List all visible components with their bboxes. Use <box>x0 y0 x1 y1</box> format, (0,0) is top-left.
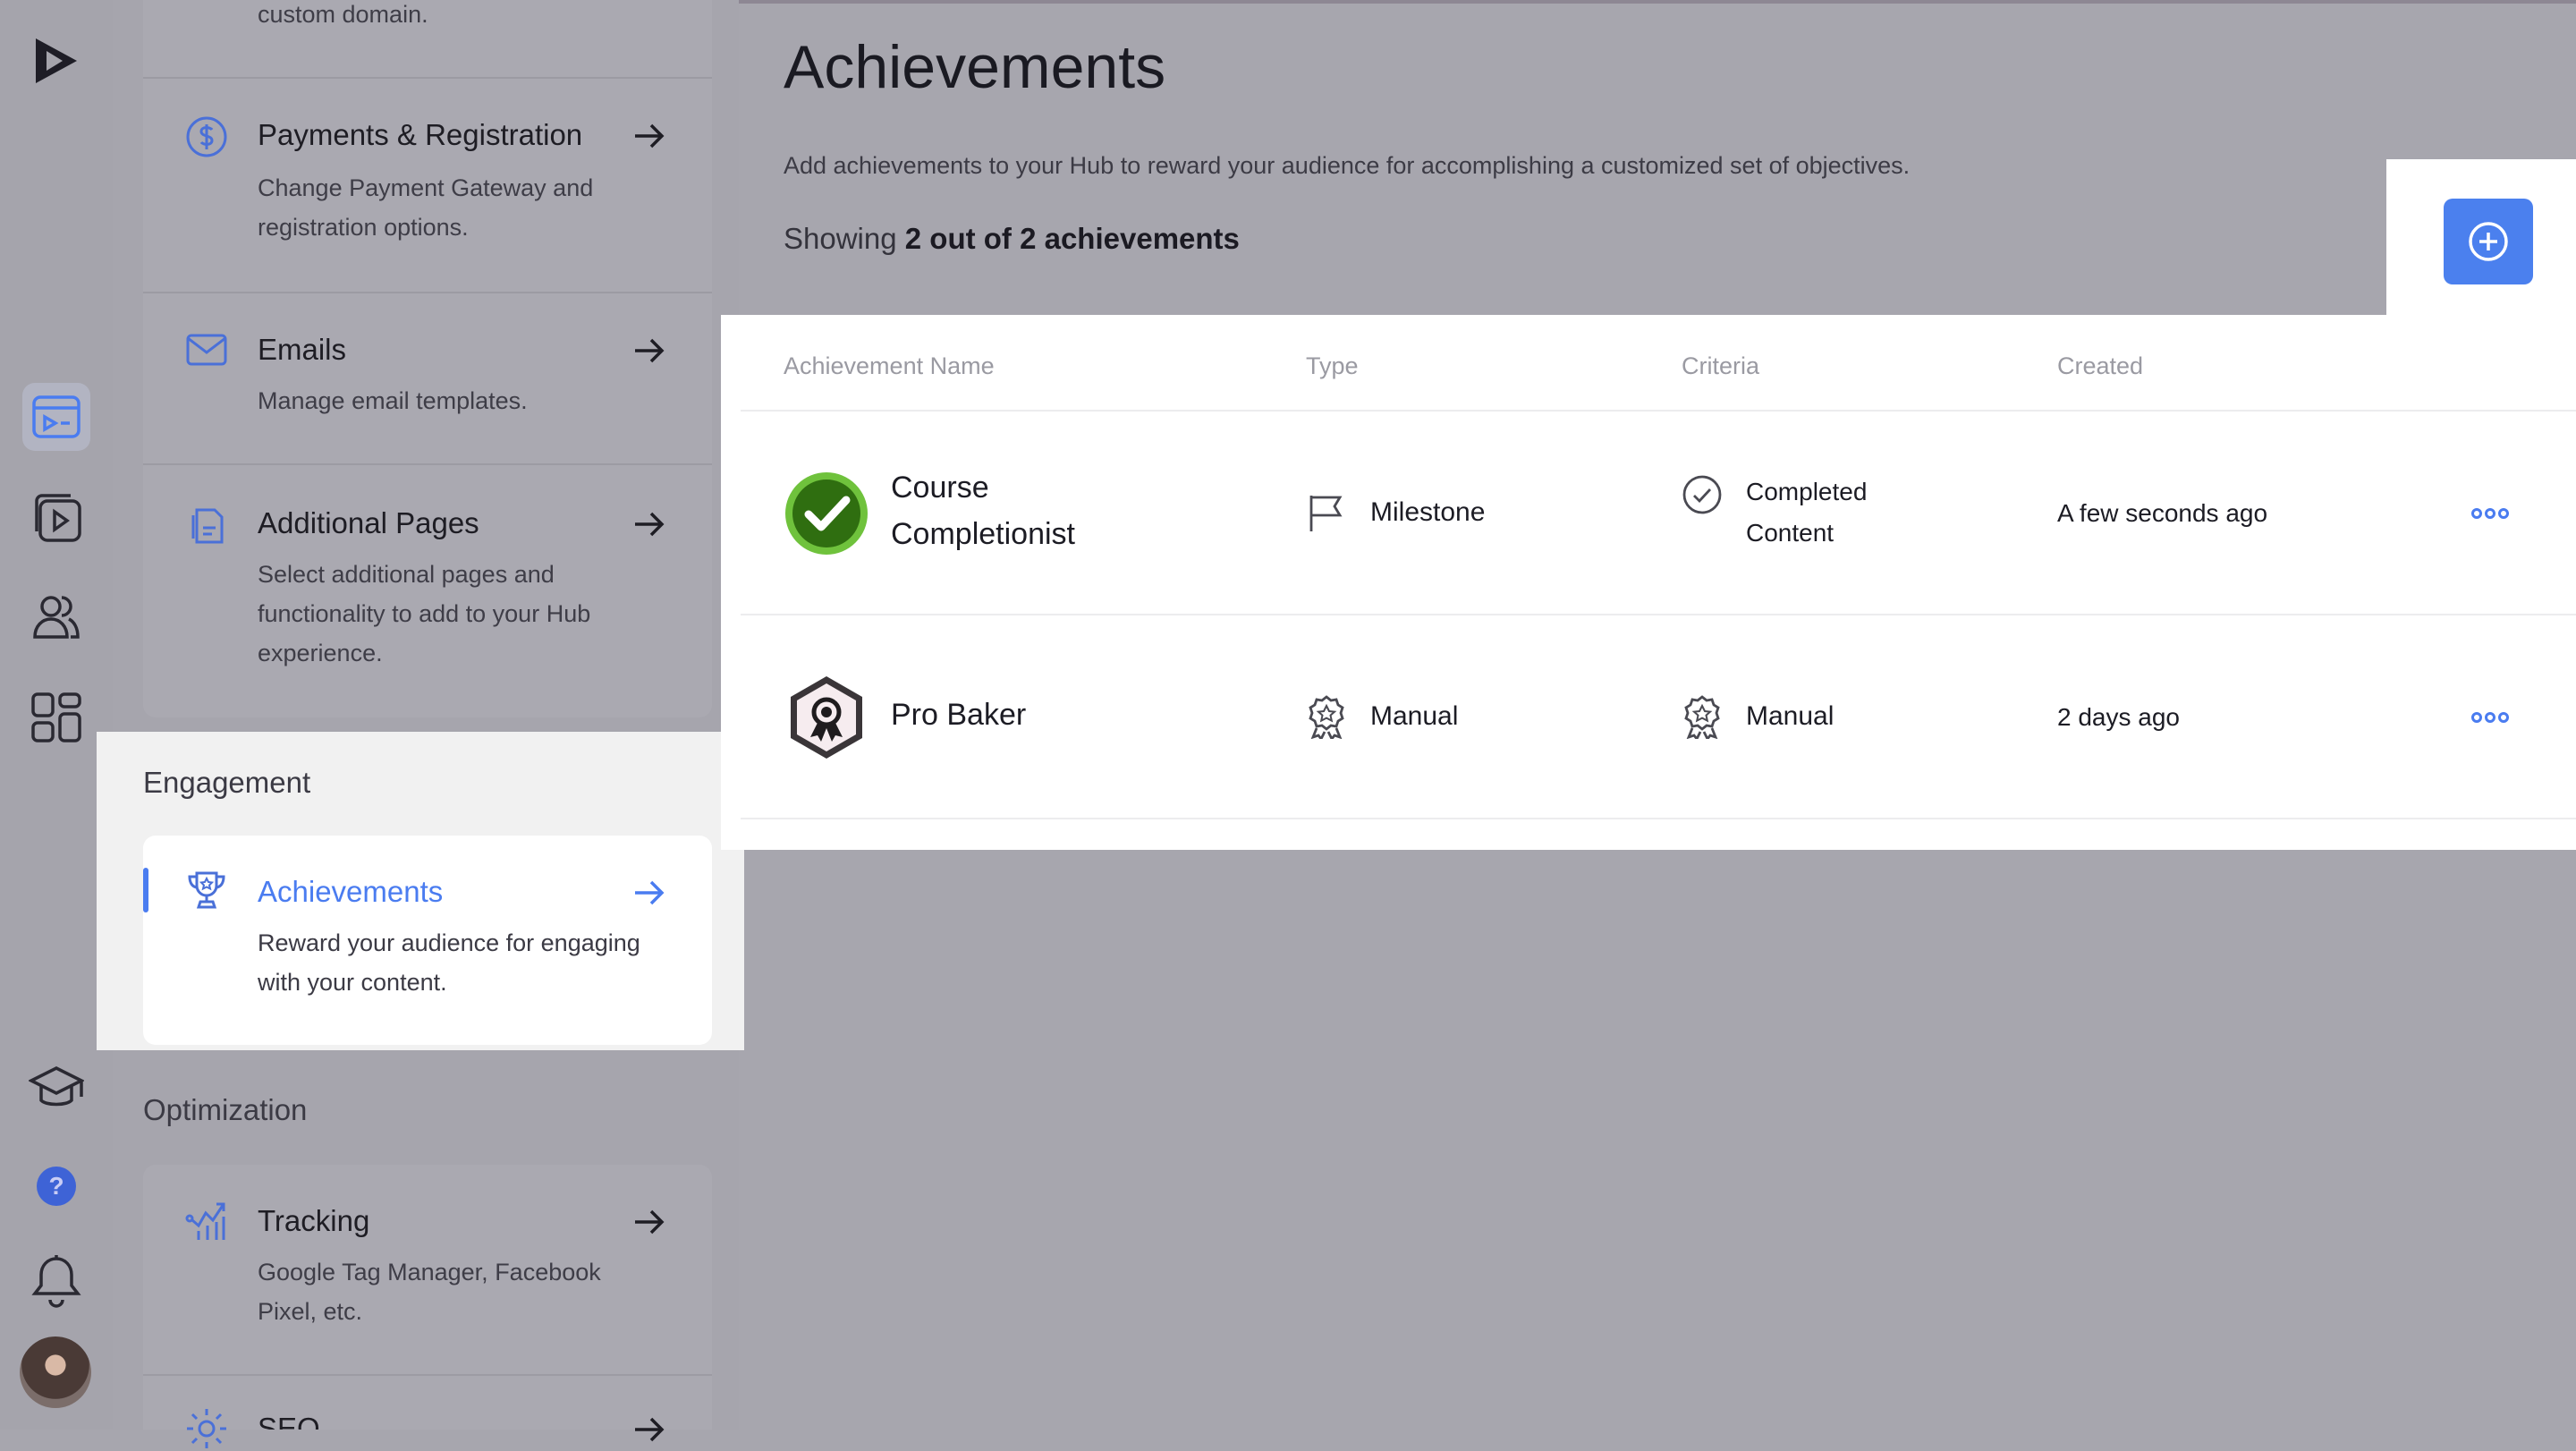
hub-editor-icon[interactable] <box>22 383 90 451</box>
tracking-desc: Google Tag Manager, Facebook Pixel, etc. <box>258 1259 601 1325</box>
notifications-bell-icon[interactable] <box>22 1247 90 1315</box>
icon-rail: ? <box>0 0 113 1430</box>
created-value: A few seconds ago <box>2057 499 2268 527</box>
criteria-line2: Content <box>1746 519 1835 547</box>
achievements-desc: Reward your audience for engaging with y… <box>258 929 640 996</box>
arrow-right-icon[interactable] <box>630 331 669 370</box>
award-ribbon-icon <box>1309 695 1344 739</box>
add-achievement-button[interactable] <box>2444 199 2533 284</box>
criteria-value: Manual <box>1746 701 1835 731</box>
brand-logo-icon[interactable] <box>22 27 90 95</box>
mail-icon <box>186 334 227 366</box>
page-title: Achievements <box>784 33 1166 101</box>
check-circle-icon <box>1682 475 1722 514</box>
videos-icon[interactable] <box>22 483 90 551</box>
header-type: Type <box>1306 352 1359 379</box>
page-subtitle: Add achievements to your Hub to reward y… <box>784 152 1911 179</box>
svg-text:?: ? <box>48 1172 64 1200</box>
custom-domain-desc-fragment: custom domain. <box>258 1 428 28</box>
arrow-right-icon[interactable] <box>630 116 669 156</box>
tracking-title: Tracking <box>258 1204 370 1237</box>
academy-icon[interactable] <box>22 1054 90 1122</box>
ellipsis-icon <box>2471 508 2509 519</box>
showing-count-value: 2 out of 2 achievements <box>904 222 1240 255</box>
showing-count: Showing 2 out of 2 achievements <box>784 222 1240 256</box>
pro-baker-badge-icon <box>791 676 862 759</box>
user-avatar[interactable] <box>20 1336 91 1408</box>
active-indicator <box>143 868 148 912</box>
pages-icon <box>191 508 224 544</box>
header-created: Created <box>2057 352 2144 379</box>
additional-pages-desc: Select additional pages and functionalit… <box>258 561 591 666</box>
emails-desc: Manage email templates. <box>258 387 528 414</box>
achievement-name: Pro Baker <box>891 698 1027 732</box>
created-value: 2 days ago <box>2057 703 2180 731</box>
achievements-table <box>721 315 2576 850</box>
header-criteria: Criteria <box>1682 352 1760 379</box>
header-divider <box>741 410 2576 412</box>
emails-card[interactable] <box>143 293 712 463</box>
apps-grid-icon[interactable] <box>22 683 90 751</box>
arrow-right-icon[interactable] <box>630 873 669 912</box>
achievements-title: Achievements <box>258 875 444 908</box>
showing-prefix: Showing <box>784 222 897 255</box>
arrow-right-icon[interactable] <box>630 1202 669 1242</box>
tracking-chart-icon <box>185 1202 225 1240</box>
arrow-right-icon[interactable] <box>630 505 669 544</box>
award-ribbon-icon <box>1684 695 1720 739</box>
type-value: Milestone <box>1370 497 1486 527</box>
dollar-circle-icon <box>186 116 227 157</box>
row-divider <box>741 614 2576 615</box>
trophy-icon <box>188 871 225 909</box>
users-icon[interactable] <box>22 583 90 651</box>
row-more-button[interactable] <box>2470 709 2510 726</box>
gear-icon <box>187 1409 226 1448</box>
optimization-section-label: Optimization <box>143 1093 308 1126</box>
engagement-section-label: Engagement <box>143 766 311 799</box>
row-divider <box>741 818 2576 819</box>
checkmark-badge-icon <box>785 472 868 555</box>
additional-pages-title: Additional Pages <box>258 506 479 539</box>
header-achievement-name: Achievement Name <box>784 352 995 379</box>
ellipsis-icon <box>2471 712 2509 723</box>
arrow-right-icon[interactable] <box>630 1410 669 1449</box>
flag-icon <box>1309 496 1343 531</box>
criteria-line1: Completed <box>1746 478 1868 505</box>
emails-title: Emails <box>258 333 347 366</box>
payments-registration-title: Payments & Registration <box>258 118 583 151</box>
achievement-name-line1: Course <box>891 471 989 505</box>
row-more-button[interactable] <box>2470 505 2510 522</box>
achievement-name-line2: Completionist <box>891 517 1075 551</box>
payments-registration-desc: Change Payment Gateway and registration … <box>258 174 594 241</box>
seo-title: SEO <box>258 1412 320 1430</box>
help-icon[interactable]: ? <box>22 1152 90 1220</box>
type-value: Manual <box>1370 701 1459 731</box>
plus-circle-icon <box>2469 222 2508 261</box>
